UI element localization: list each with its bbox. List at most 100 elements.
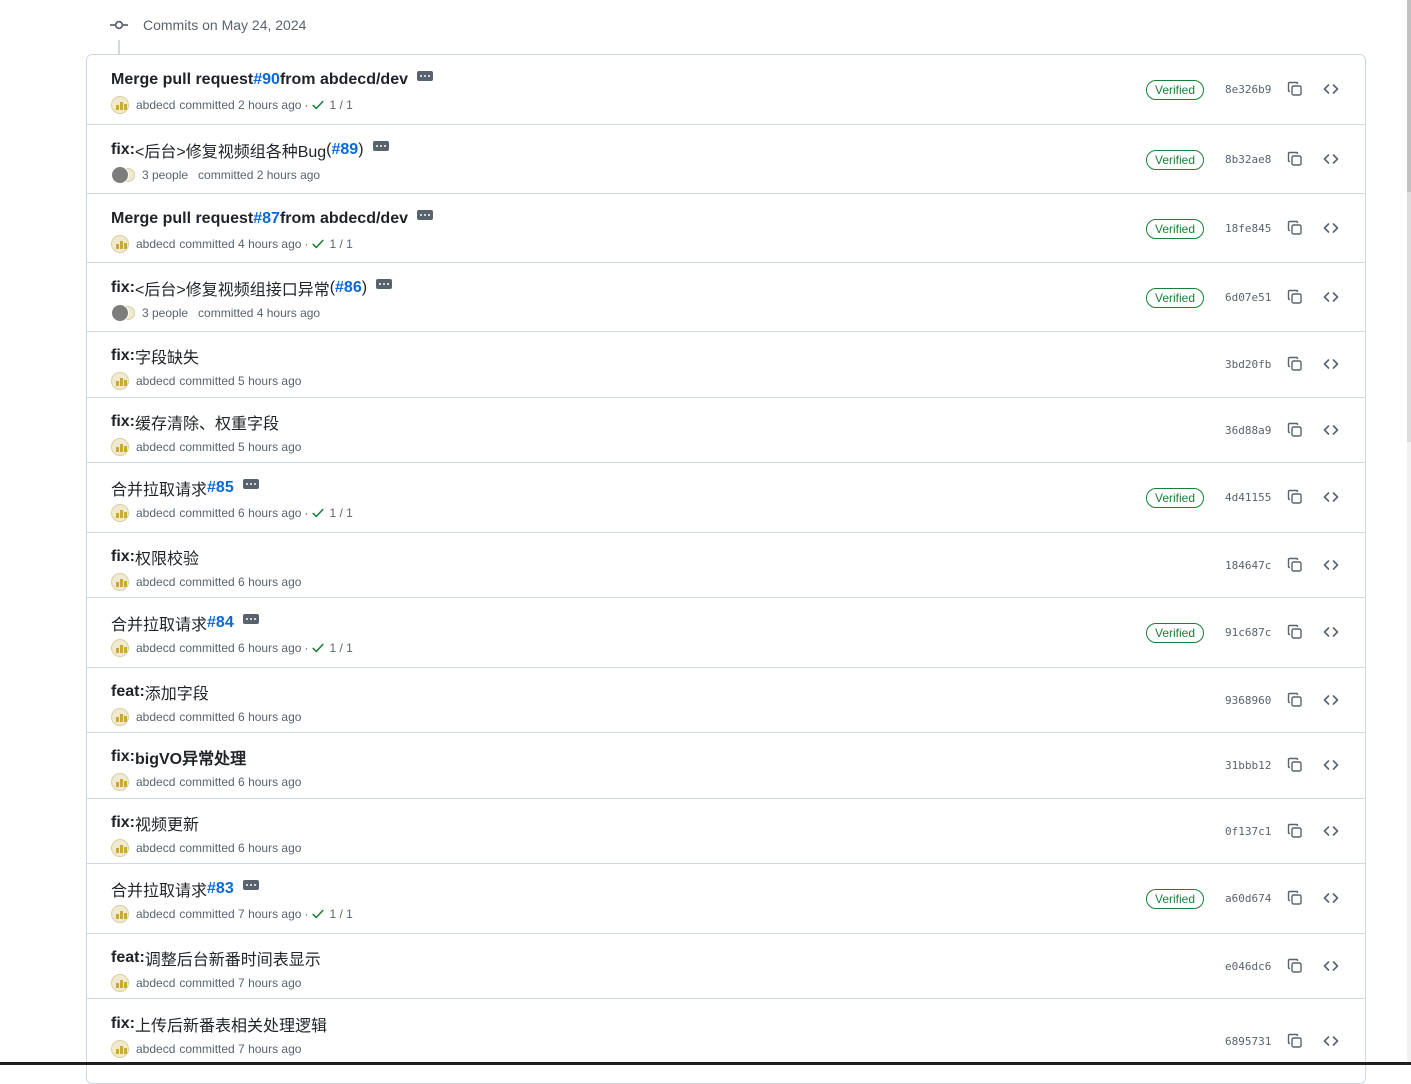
pull-request-link[interactable]: #84 (207, 614, 234, 632)
copy-icon[interactable] (1284, 955, 1306, 977)
verified-badge[interactable]: Verified (1146, 150, 1205, 170)
code-icon[interactable] (1320, 689, 1342, 711)
code-icon[interactable] (1320, 754, 1342, 776)
commit-message[interactable]: 合并拉取请求 (111, 611, 207, 635)
commit-title[interactable]: feat: 调整后台新番时间表显示 (111, 947, 321, 969)
commit-title[interactable]: fix: <后台>修复视频组接口异常 (#86) (111, 277, 393, 299)
copy-icon[interactable] (1284, 486, 1306, 508)
scrollbar-thumb-segment[interactable] (1407, 192, 1411, 442)
commit-title[interactable]: fix: 字段缺失 (111, 345, 199, 367)
avatar-stack[interactable] (111, 166, 135, 184)
code-icon[interactable] (1320, 353, 1342, 375)
code-icon[interactable] (1320, 419, 1342, 441)
commit-message[interactable]: bigVO异常处理 (135, 745, 246, 769)
verified-badge[interactable]: Verified (1146, 488, 1205, 508)
code-icon[interactable] (1320, 820, 1342, 842)
code-icon[interactable] (1320, 955, 1342, 977)
code-icon[interactable] (1320, 621, 1342, 643)
commit-author[interactable]: abdecd (136, 710, 175, 724)
commit-title[interactable]: fix: bigVO异常处理 (111, 746, 246, 768)
commit-author[interactable]: abdecd (136, 641, 175, 655)
pull-request-link[interactable]: #87 (253, 210, 280, 228)
commit-author[interactable]: abdecd (136, 1042, 175, 1056)
copy-icon[interactable] (1284, 754, 1306, 776)
ellipsis-icon[interactable] (372, 141, 389, 151)
commit-message[interactable]: 添加字段 (145, 680, 209, 704)
copy-icon[interactable] (1284, 148, 1306, 170)
avatar[interactable] (111, 372, 129, 390)
commit-message[interactable]: 缓存清除、权重字段 (135, 410, 279, 434)
pull-request-link[interactable]: #86 (335, 279, 362, 297)
avatar[interactable] (111, 708, 129, 726)
commit-sha[interactable]: 6895731 (1225, 1031, 1271, 1051)
pull-request-link[interactable]: #89 (332, 141, 359, 159)
ellipsis-icon[interactable] (416, 71, 433, 81)
commit-author[interactable]: abdecd (136, 575, 175, 589)
code-icon[interactable] (1320, 286, 1342, 308)
check-icon[interactable] (311, 98, 325, 112)
code-icon[interactable] (1320, 887, 1342, 909)
commit-title[interactable]: 合并拉取请求 #83 (111, 878, 259, 900)
commit-title[interactable]: fix: <后台>修复视频组各种Bug (#89) (111, 139, 389, 161)
commit-title[interactable]: 合并拉取请求 #85 (111, 477, 259, 499)
commit-title[interactable]: Merge pull request #90 from abdecd/dev (111, 69, 433, 91)
commit-title[interactable]: Merge pull request #87 from abdecd/dev (111, 208, 433, 230)
commit-title[interactable]: fix: 权限校验 (111, 546, 199, 568)
commit-sha[interactable]: 9368960 (1225, 690, 1271, 710)
commit-title[interactable]: fix: 上传后新番表相关处理逻辑 (111, 1013, 327, 1035)
check-icon[interactable] (311, 907, 325, 921)
commit-message[interactable]: 上传后新番表相关处理逻辑 (135, 1012, 327, 1036)
commit-sha[interactable]: 6d07e51 (1225, 287, 1271, 307)
avatar[interactable] (111, 773, 129, 791)
pull-request-link[interactable]: #85 (207, 479, 234, 497)
avatar[interactable] (111, 639, 129, 657)
avatar[interactable] (111, 905, 129, 923)
commit-title[interactable]: fix: 缓存清除、权重字段 (111, 411, 279, 433)
avatar[interactable] (111, 1040, 129, 1058)
pull-request-link[interactable]: #83 (207, 880, 234, 898)
copy-icon[interactable] (1284, 217, 1306, 239)
avatar[interactable] (111, 974, 129, 992)
checks-status[interactable]: 1 / 1 (329, 98, 352, 112)
copy-icon[interactable] (1284, 887, 1306, 909)
commit-message[interactable]: 合并拉取请求 (111, 476, 207, 500)
ellipsis-icon[interactable] (242, 479, 259, 489)
copy-icon[interactable] (1284, 419, 1306, 441)
commit-author[interactable]: abdecd (136, 976, 175, 990)
commit-message[interactable]: 视频更新 (135, 811, 199, 835)
copy-icon[interactable] (1284, 820, 1306, 842)
commit-title[interactable]: 合并拉取请求 #84 (111, 612, 259, 634)
commit-sha[interactable]: 91c687c (1225, 622, 1271, 642)
commit-sha[interactable]: 8e326b9 (1225, 79, 1271, 99)
commit-author[interactable]: abdecd (136, 907, 175, 921)
copy-icon[interactable] (1284, 554, 1306, 576)
copy-icon[interactable] (1284, 621, 1306, 643)
commit-sha[interactable]: 184647c (1225, 555, 1271, 575)
commit-message[interactable]: <后台>修复视频组各种Bug (135, 138, 326, 162)
copy-icon[interactable] (1284, 1030, 1306, 1052)
commit-author[interactable]: abdecd (136, 374, 175, 388)
avatar-stack[interactable] (111, 304, 135, 322)
commit-author[interactable]: abdecd (136, 237, 175, 251)
commit-message[interactable]: 字段缺失 (135, 344, 199, 368)
ellipsis-icon[interactable] (242, 880, 259, 890)
code-icon[interactable] (1320, 486, 1342, 508)
commit-sha[interactable]: 4d41155 (1225, 487, 1271, 507)
commit-sha[interactable]: e046dc6 (1225, 956, 1271, 976)
commit-author[interactable]: 3 people (142, 306, 188, 320)
commit-author[interactable]: 3 people (142, 168, 188, 182)
commit-sha[interactable]: 3bd20fb (1225, 354, 1271, 374)
commit-author[interactable]: abdecd (136, 775, 175, 789)
verified-badge[interactable]: Verified (1146, 288, 1205, 308)
commit-message[interactable]: 权限校验 (135, 545, 199, 569)
commit-sha[interactable]: 36d88a9 (1225, 420, 1271, 440)
commit-author[interactable]: abdecd (136, 841, 175, 855)
verified-badge[interactable]: Verified (1146, 80, 1205, 100)
avatar[interactable] (111, 235, 129, 253)
verified-badge[interactable]: Verified (1146, 623, 1205, 643)
check-icon[interactable] (311, 641, 325, 655)
verified-badge[interactable]: Verified (1146, 889, 1205, 909)
commit-sha[interactable]: 0f137c1 (1225, 821, 1271, 841)
commit-title[interactable]: fix: 视频更新 (111, 812, 199, 834)
commit-sha[interactable]: 8b32ae8 (1225, 149, 1271, 169)
